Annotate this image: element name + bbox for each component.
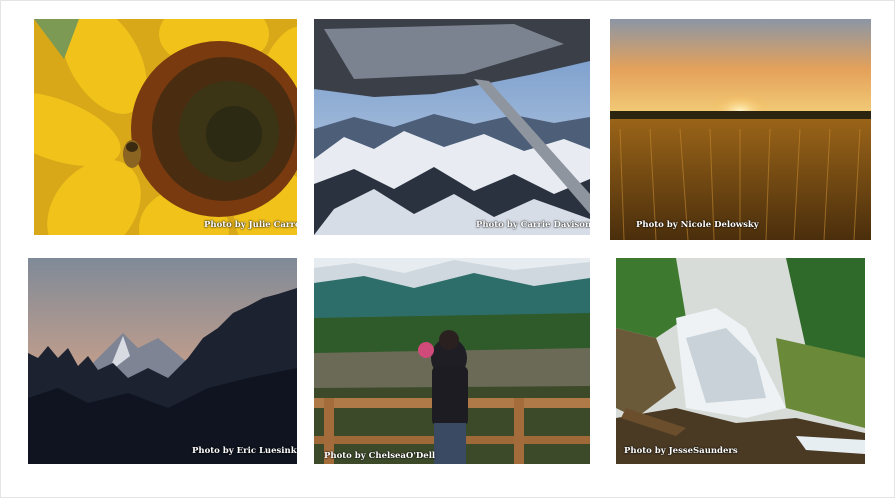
photo-credit: Photo by JesseSaunders: [624, 446, 738, 456]
photo-lake-lookout[interactable]: Photo by ChelseaO'Dell: [314, 258, 590, 464]
photo-credit: Photo by ChelseaO'Dell: [324, 451, 436, 461]
lake-lookout-image: [314, 258, 590, 464]
photo-credit: Photo by Carrie Davison: [476, 220, 590, 230]
photo-credit: Photo by Eric Luesink: [192, 446, 297, 456]
photo-wheat-sunset[interactable]: Photo by Nicole Delowsky: [610, 19, 871, 240]
photo-forest-dusk[interactable]: Photo by Eric Luesink: [28, 258, 297, 464]
waterfall-image: [616, 258, 865, 464]
photo-waterfall[interactable]: Photo by JesseSaunders: [616, 258, 865, 464]
wheat-sunset-image: [610, 19, 871, 240]
sunflower-image: [34, 19, 297, 235]
photo-credit: Photo by Nicole Delowsky: [636, 220, 759, 230]
photo-sunflower[interactable]: Photo by Julie Carrol: [34, 19, 297, 235]
mountains-wing-image: [314, 19, 590, 235]
photo-credit: Photo by Julie Carrol: [204, 220, 297, 230]
forest-dusk-image: [28, 258, 297, 464]
photo-mountains-wing[interactable]: Photo by Carrie Davison: [314, 19, 590, 235]
